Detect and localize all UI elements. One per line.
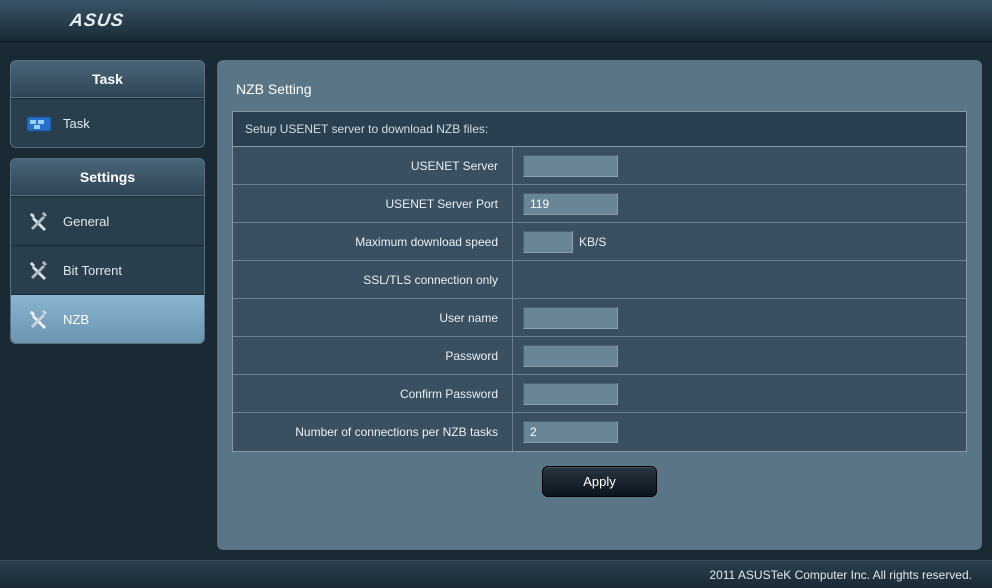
row-usenet-port: USENET Server Port — [233, 185, 966, 223]
sidebar-item-label: General — [63, 214, 109, 229]
sidebar-item-general[interactable]: General — [11, 196, 204, 245]
label-username: User name — [233, 299, 513, 336]
sidebar-item-task[interactable]: Task — [11, 98, 204, 147]
label-password: Password — [233, 337, 513, 374]
field-ssl — [513, 261, 966, 298]
row-password: Password — [233, 337, 966, 375]
wrench-icon — [25, 307, 53, 331]
sidebar-item-label: Bit Torrent — [63, 263, 122, 278]
nav-header-task: Task — [11, 61, 204, 98]
footer: 2011 ASUSTeK Computer Inc. All rights re… — [0, 560, 992, 588]
main-area: Task Task Settings — [0, 42, 992, 550]
input-max-speed[interactable] — [523, 231, 573, 253]
input-usenet-server[interactable] — [523, 155, 618, 177]
nav-group-task: Task Task — [10, 60, 205, 148]
row-connections: Number of connections per NZB tasks — [233, 413, 966, 451]
unit-kbs: KB/S — [579, 235, 606, 249]
input-confirm-password[interactable] — [523, 383, 618, 405]
content-panel: NZB Setting Setup USENET server to downl… — [217, 60, 982, 550]
form-caption: Setup USENET server to download NZB file… — [233, 112, 966, 147]
brand-logo: ASUS — [69, 10, 126, 31]
wrench-icon — [25, 209, 53, 233]
task-icon — [25, 111, 53, 135]
label-ssl: SSL/TLS connection only — [233, 261, 513, 298]
input-usenet-port[interactable] — [523, 193, 618, 215]
label-usenet-server: USENET Server — [233, 147, 513, 184]
input-password[interactable] — [523, 345, 618, 367]
label-max-speed: Maximum download speed — [233, 223, 513, 260]
apply-button[interactable]: Apply — [542, 466, 657, 497]
input-username[interactable] — [523, 307, 618, 329]
row-usenet-server: USENET Server — [233, 147, 966, 185]
label-confirm-password: Confirm Password — [233, 375, 513, 412]
row-username: User name — [233, 299, 966, 337]
sidebar: Task Task Settings — [10, 60, 205, 550]
button-row: Apply — [232, 452, 967, 501]
sidebar-item-label: Task — [63, 116, 90, 131]
input-connections[interactable] — [523, 421, 618, 443]
nav-header-settings: Settings — [11, 159, 204, 196]
nav-group-settings: Settings General Bit Torrent — [10, 158, 205, 344]
row-confirm-password: Confirm Password — [233, 375, 966, 413]
label-usenet-port: USENET Server Port — [233, 185, 513, 222]
form-panel: Setup USENET server to download NZB file… — [232, 111, 967, 452]
row-ssl: SSL/TLS connection only — [233, 261, 966, 299]
wrench-icon — [25, 258, 53, 282]
top-bar: ASUS — [0, 0, 992, 42]
sidebar-item-nzb[interactable]: NZB — [11, 294, 204, 343]
panel-title: NZB Setting — [232, 75, 967, 111]
row-max-speed: Maximum download speed KB/S — [233, 223, 966, 261]
label-connections: Number of connections per NZB tasks — [233, 413, 513, 451]
sidebar-item-bittorrent[interactable]: Bit Torrent — [11, 245, 204, 294]
sidebar-item-label: NZB — [63, 312, 89, 327]
